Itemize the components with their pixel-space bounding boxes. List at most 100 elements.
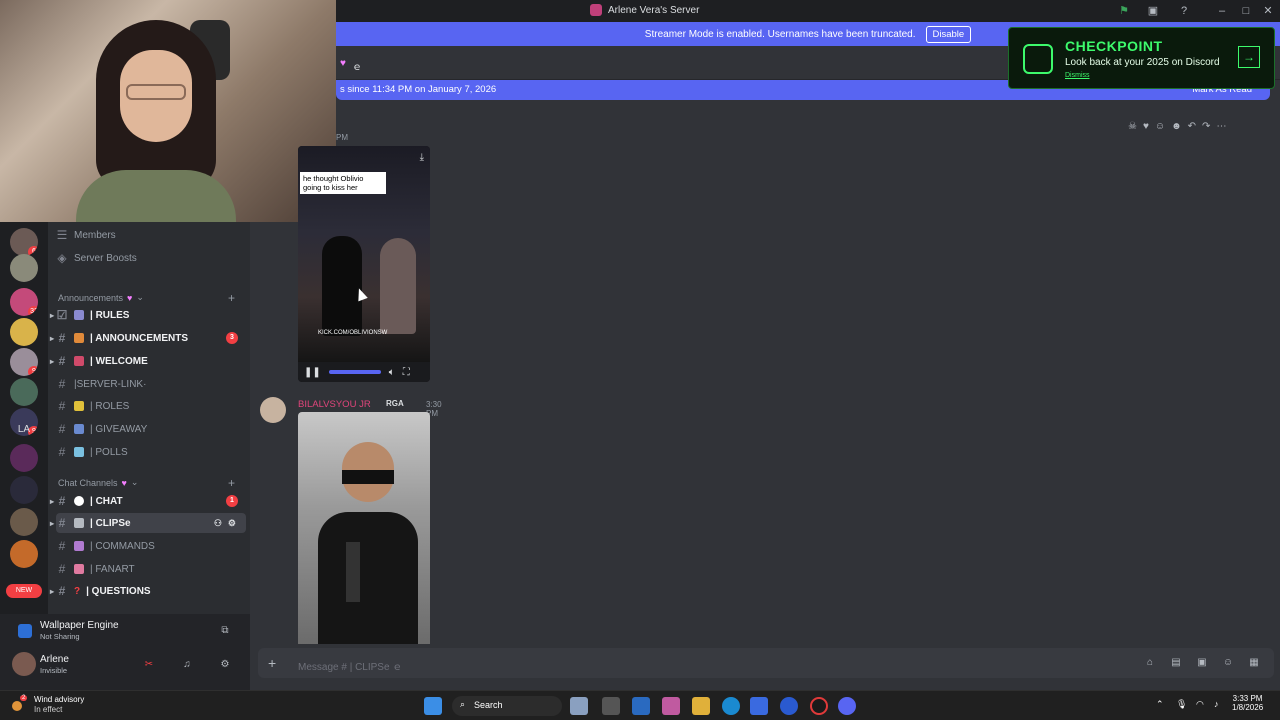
forward-icon[interactable]: ↷ bbox=[1202, 121, 1210, 132]
plus-icon[interactable]: + bbox=[268, 655, 276, 671]
gift-icon[interactable]: ⌂ bbox=[1144, 657, 1156, 669]
channel-announcements[interactable]: ▸ # | ANNOUNCEMENTS 3 bbox=[50, 328, 246, 348]
video-attachment[interactable]: ⤓ he thought Oblivio going to kiss her K… bbox=[298, 146, 430, 382]
clock[interactable]: 3:33 PM 1/8/2026 bbox=[1232, 694, 1263, 712]
avatar[interactable] bbox=[260, 397, 286, 423]
message-composer[interactable]: + Message # | CLIPSe ｅ ⌂ ▤ ▣ ☺ ▦ bbox=[258, 648, 1274, 678]
speaker-icon[interactable]: ♪ bbox=[1214, 699, 1219, 709]
video-attachment[interactable] bbox=[298, 412, 430, 644]
maximize-button[interactable]: □ bbox=[1238, 3, 1254, 19]
heart-reaction-icon[interactable]: ♥ bbox=[1143, 121, 1149, 132]
reply-icon[interactable]: ↶ bbox=[1188, 121, 1196, 132]
search-icon: ⌕ bbox=[460, 699, 466, 709]
server-icon[interactable] bbox=[10, 444, 38, 472]
arrow-right-icon[interactable]: → bbox=[1238, 46, 1260, 68]
channel-polls[interactable]: # | POLLS bbox=[56, 442, 246, 462]
gear-icon[interactable]: ⚙ bbox=[228, 518, 236, 529]
invite-icon[interactable]: ⚇ bbox=[214, 518, 222, 529]
edge-icon[interactable] bbox=[722, 697, 740, 715]
flag-icon[interactable]: ⚑ bbox=[1116, 3, 1132, 19]
server-icon[interactable] bbox=[10, 318, 38, 346]
start-icon[interactable] bbox=[424, 697, 442, 715]
server-icon[interactable] bbox=[10, 254, 38, 282]
message-input[interactable]: Message # | CLIPSe ｅ bbox=[298, 658, 402, 673]
video-progress[interactable] bbox=[328, 370, 381, 374]
channel-welcome[interactable]: ▸ # | WELCOME bbox=[50, 351, 246, 371]
checkpoint-dismiss-link[interactable]: Dismiss bbox=[1065, 72, 1090, 79]
app-icon[interactable] bbox=[810, 697, 828, 715]
new-badge[interactable]: NEW bbox=[6, 584, 42, 598]
taskbar-search[interactable]: ⌕ Search bbox=[452, 696, 562, 716]
activity-panel[interactable]: Wallpaper Engine Not Sharing ⧉ bbox=[10, 618, 240, 646]
emoji-icon bbox=[74, 401, 84, 411]
disable-streamer-button[interactable]: Disable bbox=[925, 25, 972, 43]
video-controls: ❚❚ 🔈︎ ⛶ bbox=[298, 362, 430, 382]
discord-icon[interactable] bbox=[838, 697, 856, 715]
video-watermark: KICK.COM/OBLIVIONSW bbox=[318, 330, 388, 336]
add-channel-icon[interactable]: + bbox=[228, 291, 235, 305]
avatar[interactable] bbox=[12, 652, 36, 676]
server-icon[interactable] bbox=[10, 508, 38, 536]
more-icon[interactable]: ⋯ bbox=[1216, 121, 1226, 132]
category-announcements[interactable]: Announcements ♥ ⌄ + bbox=[58, 291, 235, 305]
mic-icon[interactable]: 🎙︎ bbox=[1176, 699, 1187, 710]
headphones-icon[interactable]: ♫ bbox=[180, 658, 194, 672]
channel-rules[interactable]: ▸ ☑ | RULES bbox=[50, 305, 246, 325]
sidebar-item-boosts[interactable]: ◈ Server Boosts bbox=[56, 248, 246, 268]
weather-subtitle: In effect bbox=[34, 705, 63, 714]
channel-chat[interactable]: ▸ # | CHAT 1 bbox=[50, 491, 246, 511]
channel-commands[interactable]: # | COMMANDS bbox=[56, 536, 246, 556]
help-icon[interactable]: ? bbox=[1176, 3, 1192, 19]
channel-clips[interactable]: ▸ # | CLIPSe ⚇ ⚙ bbox=[50, 513, 246, 533]
app-icon[interactable] bbox=[750, 697, 768, 715]
wifi-icon[interactable]: ◠ bbox=[1196, 699, 1204, 710]
close-button[interactable]: ✕ bbox=[1260, 3, 1276, 19]
category-chat-channels[interactable]: Chat Channels ♥ ⌄ + bbox=[58, 476, 235, 490]
share-screen-icon[interactable]: ⧉ bbox=[218, 624, 232, 638]
volume-icon[interactable]: 🔈︎ bbox=[389, 367, 395, 378]
file-explorer-icon[interactable] bbox=[692, 697, 710, 715]
gif-icon[interactable]: ▤ bbox=[1170, 657, 1182, 669]
sticker-icon[interactable]: ▣ bbox=[1196, 657, 1208, 669]
widgets-icon[interactable] bbox=[570, 697, 588, 715]
fullscreen-icon[interactable]: ⛶ bbox=[403, 367, 410, 378]
emoji-icon bbox=[74, 424, 84, 434]
emoji-icon[interactable]: ☺ bbox=[1222, 657, 1234, 669]
gear-icon[interactable]: ⚙ bbox=[218, 658, 232, 672]
inbox-icon[interactable]: ▣ bbox=[1145, 3, 1161, 19]
server-icon[interactable] bbox=[10, 476, 38, 504]
skull-reaction-icon[interactable]: ☠ bbox=[1128, 121, 1137, 132]
copilot-icon[interactable] bbox=[662, 697, 680, 715]
add-reaction-icon[interactable]: ☻ bbox=[1171, 121, 1182, 132]
app-icon[interactable] bbox=[780, 697, 798, 715]
checkpoint-promo[interactable]: CHECKPOINT Look back at your 2025 on Dis… bbox=[1008, 27, 1275, 89]
channel-fanart[interactable]: # | FANART bbox=[56, 559, 246, 579]
speech-bubble-icon bbox=[74, 496, 84, 506]
message-author[interactable]: BILALVSYOU JR bbox=[298, 399, 371, 410]
apps-icon[interactable]: ▦ bbox=[1248, 657, 1260, 669]
server-icon[interactable]: 9 bbox=[10, 348, 38, 376]
chevron-up-icon[interactable]: ⌃ bbox=[1156, 699, 1164, 710]
download-icon[interactable]: ⤓ bbox=[420, 152, 424, 163]
server-icon[interactable]: 6 bbox=[10, 228, 38, 256]
face-reaction-icon[interactable]: ☺ bbox=[1155, 121, 1165, 132]
activity-subtitle: Not Sharing bbox=[40, 632, 80, 641]
server-initials[interactable]: LA bbox=[10, 416, 38, 444]
task-view-icon[interactable] bbox=[602, 697, 620, 715]
store-icon[interactable] bbox=[632, 697, 650, 715]
checkbox-icon: ☑ bbox=[56, 308, 68, 322]
channel-giveaway[interactable]: # | GIVEAWAY bbox=[56, 419, 246, 439]
streamer-mode-text: Streamer Mode is enabled. Usernames have… bbox=[644, 28, 916, 40]
user-info[interactable]: Arlene Invisible ✂ ♫ ⚙ bbox=[10, 650, 240, 684]
server-icon[interactable]: 32 bbox=[10, 288, 38, 316]
add-channel-icon[interactable]: + bbox=[228, 476, 235, 490]
channel-server-link[interactable]: # |SERVER-LINK· bbox=[56, 374, 246, 394]
pause-icon[interactable]: ❚❚ bbox=[304, 367, 321, 378]
sidebar-item-members[interactable]: ☰ Members bbox=[56, 225, 246, 245]
minimize-button[interactable]: – bbox=[1214, 3, 1230, 19]
server-icon[interactable] bbox=[10, 378, 38, 406]
channel-roles[interactable]: # | ROLES bbox=[56, 396, 246, 416]
mute-mic-icon[interactable]: ✂ bbox=[142, 658, 156, 672]
channel-questions[interactable]: ▸ # ? | QUESTIONS bbox=[50, 581, 246, 601]
server-icon[interactable] bbox=[10, 540, 38, 568]
